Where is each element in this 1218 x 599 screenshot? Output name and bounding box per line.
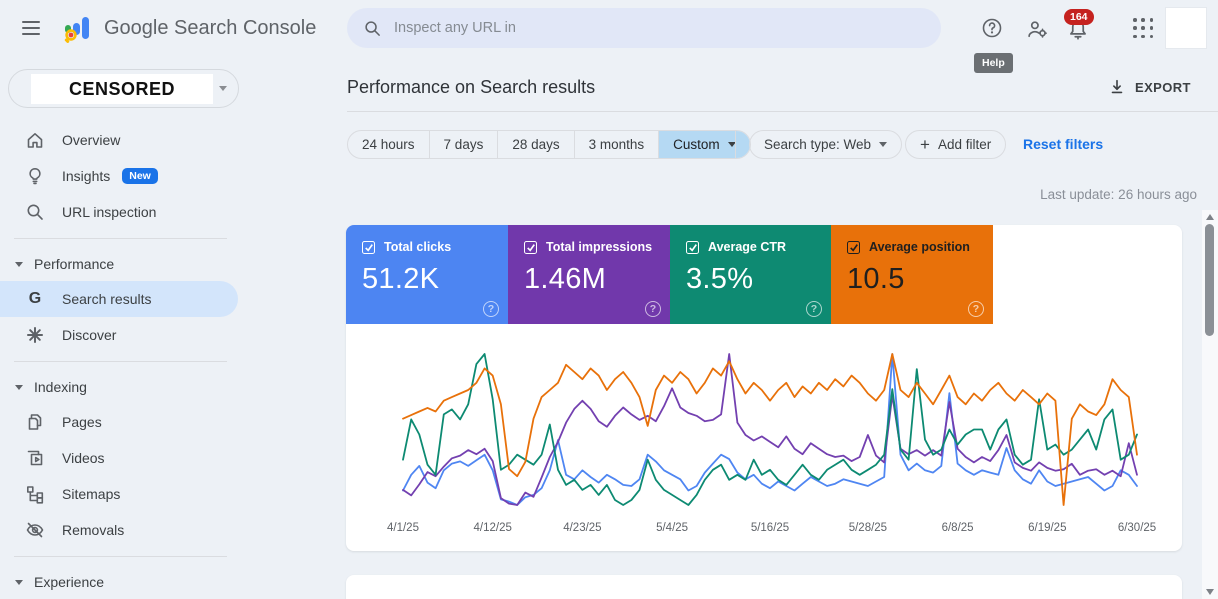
chevron-down-icon	[15, 384, 23, 390]
help-icon	[982, 18, 1002, 38]
scrollbar-thumb[interactable]	[1205, 224, 1214, 336]
x-axis-label: 6/19/25	[1028, 522, 1066, 534]
url-inspect-searchbar[interactable]	[347, 8, 941, 48]
metric-card[interactable]: Total clicks 51.2K ?	[346, 225, 508, 324]
search-icon	[365, 20, 380, 36]
google-g-icon: G	[28, 290, 42, 307]
profile-avatar[interactable]	[1166, 8, 1206, 48]
x-axis-label: 4/23/25	[563, 522, 601, 534]
sidebar-divider	[14, 238, 227, 239]
person-gear-icon	[1027, 20, 1047, 38]
chip-7-days[interactable]: 7 days	[430, 131, 499, 158]
performance-chart[interactable]: 4/1/25 4/12/25 4/23/25 5/4/25 5/16/25 5/28/25…	[346, 324, 1182, 551]
eye-off-icon	[26, 522, 44, 538]
home-icon	[27, 133, 43, 148]
series-line-total-clicks	[402, 353, 1138, 506]
plus-icon: +	[920, 135, 930, 154]
url-inspect-input[interactable]	[394, 20, 925, 36]
property-selector[interactable]: CENSORED	[8, 69, 239, 108]
divider	[347, 111, 1218, 112]
x-axis-label: 6/30/25	[1118, 522, 1156, 534]
sidebar-item-videos[interactable]: Videos	[0, 440, 238, 476]
help-circle-icon[interactable]: ?	[645, 301, 661, 317]
chip-28-days[interactable]: 28 days	[498, 131, 575, 158]
help-tooltip: Help	[974, 53, 1013, 73]
checkbox-checked-icon[interactable]	[686, 240, 699, 254]
checkbox-checked-icon[interactable]	[362, 240, 375, 254]
asterisk-icon	[27, 327, 43, 343]
scroll-up-arrow-icon[interactable]	[1206, 214, 1214, 220]
new-badge: New	[122, 168, 158, 184]
x-axis-label: 4/1/25	[387, 522, 419, 534]
checkbox-checked-icon[interactable]	[524, 240, 537, 254]
metric-card[interactable]: Average CTR 3.5% ?	[670, 225, 831, 324]
checkbox-checked-icon[interactable]	[847, 240, 860, 254]
x-axis-label: 5/28/25	[849, 522, 887, 534]
sitemap-tree-icon	[26, 486, 44, 504]
google-apps-grid-icon[interactable]	[1133, 18, 1154, 39]
app-logo[interactable]: Google Search Console	[62, 10, 316, 46]
search-icon	[27, 204, 43, 220]
help-circle-icon[interactable]: ?	[483, 301, 499, 317]
help-button[interactable]	[980, 16, 1004, 40]
x-axis-label: 6/8/25	[942, 522, 974, 534]
menu-hamburger-icon[interactable]	[20, 18, 42, 38]
metric-value: 1.46M	[524, 263, 607, 295]
metric-value: 51.2K	[362, 263, 440, 295]
pages-icon	[28, 414, 42, 430]
metric-cards-row: Total clicks 51.2K ? Total impressions 1…	[346, 225, 1182, 324]
sidebar-divider	[14, 556, 227, 557]
sidebar-divider	[14, 361, 227, 362]
sidebar-section-experience[interactable]: Experience	[0, 565, 260, 599]
add-filter-chip[interactable]: + Add filter	[905, 130, 1007, 159]
date-range-chip-group: 24 hours 7 days 28 days 3 months Custom	[347, 130, 751, 159]
last-update-text: Last update: 26 hours ago	[1040, 187, 1197, 202]
search-type-chip[interactable]: Search type: Web	[749, 130, 903, 159]
chip-3-months[interactable]: 3 months	[575, 131, 660, 158]
x-axis-label: 5/16/25	[751, 522, 789, 534]
sidebar-item-overview[interactable]: Overview	[0, 122, 238, 158]
sidebar-item-pages[interactable]: Pages	[0, 404, 238, 440]
video-icon	[27, 450, 43, 466]
chip-custom[interactable]: Custom	[659, 131, 750, 158]
sidebar-item-search-results[interactable]: G Search results	[0, 281, 238, 317]
sidebar-item-url-inspection[interactable]: URL inspection	[0, 194, 238, 230]
metric-value: 3.5%	[686, 263, 754, 295]
metric-card[interactable]: Average position 10.5 ?	[831, 225, 993, 324]
help-circle-icon[interactable]: ?	[806, 301, 822, 317]
lightbulb-icon	[29, 167, 41, 185]
x-axis-label: 4/12/25	[474, 522, 512, 534]
help-circle-icon[interactable]: ?	[968, 301, 984, 317]
metric-card[interactable]: Total impressions 1.46M ?	[508, 225, 670, 324]
scrollbar[interactable]	[1202, 210, 1218, 599]
user-settings-button[interactable]	[1025, 17, 1049, 41]
divider	[735, 131, 736, 158]
x-axis-label: 5/4/25	[656, 522, 688, 534]
download-icon	[1111, 79, 1123, 94]
metric-value: 10.5	[847, 263, 905, 295]
property-name: CENSORED	[31, 74, 213, 104]
chevron-down-icon	[15, 261, 23, 267]
next-section-panel	[346, 575, 1182, 599]
reset-filters-link[interactable]: Reset filters	[1023, 136, 1103, 152]
sidebar-item-removals[interactable]: Removals	[0, 512, 238, 548]
chevron-down-icon	[15, 579, 23, 585]
performance-panel: Total clicks 51.2K ? Total impressions 1…	[346, 225, 1182, 551]
sidebar-item-discover[interactable]: Discover	[0, 317, 238, 353]
chip-24-hours[interactable]: 24 hours	[348, 131, 430, 158]
chevron-down-icon	[879, 142, 888, 147]
chevron-down-icon	[219, 86, 227, 91]
sidebar-nav: Overview Insights New URL inspection Per…	[0, 122, 260, 599]
sidebar-section-performance[interactable]: Performance	[0, 247, 260, 281]
sidebar-item-insights[interactable]: Insights New	[0, 158, 238, 194]
sidebar-item-sitemaps[interactable]: Sitemaps	[0, 476, 238, 512]
scroll-down-arrow-icon[interactable]	[1206, 589, 1214, 595]
page-title: Performance on Search results	[347, 77, 596, 97]
product-name: Google Search Console	[104, 16, 317, 39]
export-button[interactable]: EXPORT	[1108, 78, 1191, 96]
notification-count-badge: 164	[1064, 9, 1094, 25]
sidebar-section-indexing[interactable]: Indexing	[0, 370, 260, 404]
search-console-logo-icon	[64, 17, 89, 43]
